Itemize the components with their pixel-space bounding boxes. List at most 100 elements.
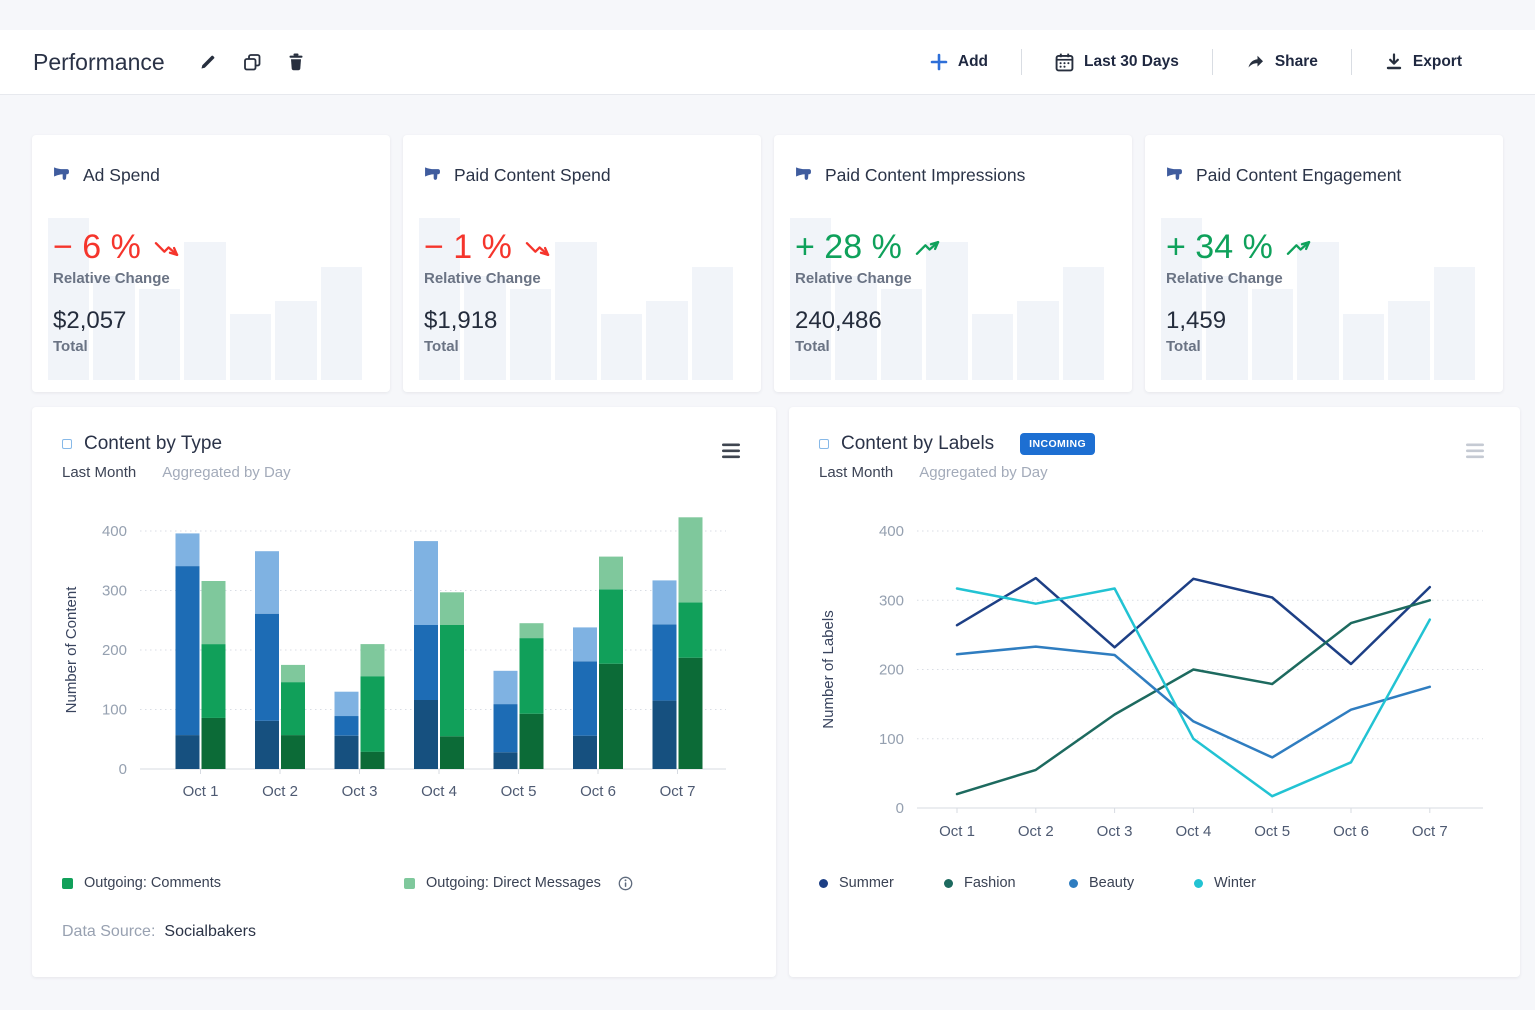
trend-arrow-icon xyxy=(153,228,180,267)
edit-title-button[interactable] xyxy=(193,47,223,77)
info-icon[interactable] xyxy=(618,876,633,891)
kpi-card-paid-content-impressions: Paid Content Impressions + 28 % Relative… xyxy=(774,135,1132,392)
kpi-card-paid-content-engagement: Paid Content Engagement + 34 % Relative … xyxy=(1145,135,1503,392)
share-icon xyxy=(1248,55,1263,68)
data-source-value: Socialbakers xyxy=(164,923,256,940)
legend-label: Winter xyxy=(1214,875,1256,891)
svg-text:Oct 3: Oct 3 xyxy=(342,783,378,800)
kpi-change-value: + 28 % xyxy=(795,228,1108,267)
add-button[interactable]: Add xyxy=(897,53,1021,71)
svg-text:Oct 2: Oct 2 xyxy=(262,783,298,800)
bar-chart-legend: Outgoing: Comments Outgoing: Direct Mess… xyxy=(62,875,746,891)
kpi-title: Paid Content Spend xyxy=(454,165,611,185)
line-chart: 0 100 200 300 400 Oct 1 Oct 2 Oct 3 Oct 4 Oct 5 Oc… xyxy=(820,523,1483,840)
trend-arrow-icon xyxy=(914,228,941,267)
dashboard-content: Ad Spend − 6 % Relative Change $2,057 To… xyxy=(0,95,1535,977)
legend-label: Beauty xyxy=(1089,875,1135,891)
kpi-change-label: Relative Change xyxy=(795,270,912,287)
legend-label: Outgoing: Direct Messages xyxy=(426,875,601,891)
legend-label: Summer xyxy=(839,875,894,891)
kpi-total-label: Total xyxy=(795,338,830,355)
megaphone-icon xyxy=(53,166,70,186)
download-icon xyxy=(1386,53,1402,70)
svg-text:Oct 2: Oct 2 xyxy=(1018,823,1054,840)
plus-icon xyxy=(930,53,948,71)
add-label: Add xyxy=(957,53,989,70)
chart-title: Content by Labels xyxy=(841,433,995,454)
trend-arrow-icon xyxy=(524,228,551,267)
kpi-total-value: $1,918 xyxy=(424,307,498,334)
page-header: Performance Add Last 30 Days Share Expor… xyxy=(0,30,1535,95)
share-button[interactable]: Share xyxy=(1213,53,1351,71)
hamburger-menu-icon xyxy=(722,443,740,459)
copy-icon xyxy=(243,53,261,70)
kpi-change-label: Relative Change xyxy=(1166,270,1283,287)
svg-text:400: 400 xyxy=(102,523,127,540)
kpi-change-value: + 34 % xyxy=(1166,228,1479,267)
kpi-row: Ad Spend − 6 % Relative Change $2,057 To… xyxy=(32,135,1503,392)
svg-text:200: 200 xyxy=(102,642,127,659)
chart-menu-button[interactable] xyxy=(1462,439,1490,466)
legend-dot xyxy=(819,878,828,888)
widget-type-icon xyxy=(819,439,829,449)
legend-item-outgoing-direct-messages[interactable]: Outgoing: Direct Messages xyxy=(404,875,746,891)
trend-arrow-icon xyxy=(1285,228,1312,267)
megaphone-icon xyxy=(1166,166,1183,186)
kpi-total-label: Total xyxy=(424,338,459,355)
svg-text:Number of Content: Number of Content xyxy=(63,586,80,714)
kpi-title: Paid Content Engagement xyxy=(1196,165,1402,185)
chart-aggregation: Aggregated by Day xyxy=(162,464,291,481)
svg-text:Oct 1: Oct 1 xyxy=(183,783,219,800)
megaphone-icon xyxy=(795,166,812,186)
delete-dashboard-button[interactable] xyxy=(282,47,310,77)
svg-text:400: 400 xyxy=(879,523,904,540)
export-button[interactable]: Export xyxy=(1352,53,1495,71)
legend-item-summer[interactable]: Summer xyxy=(819,875,944,891)
svg-text:100: 100 xyxy=(102,702,127,719)
svg-text:Oct 6: Oct 6 xyxy=(1333,823,1369,840)
line-chart-legend: Summer Fashion Beauty Winter xyxy=(819,875,1490,891)
chart-period: Last Month xyxy=(62,464,137,481)
kpi-change-value: − 1 % xyxy=(424,228,737,267)
legend-label: Fashion xyxy=(964,875,1016,891)
svg-text:300: 300 xyxy=(879,592,904,609)
kpi-total-value: 1,459 xyxy=(1166,307,1227,334)
data-source-label: Data Source: xyxy=(62,923,156,940)
legend-label: Outgoing: Comments xyxy=(84,875,222,891)
legend-dot xyxy=(1194,878,1203,888)
content-by-type-card: Content by Type Last Month Aggregated by… xyxy=(32,407,776,977)
svg-text:Oct 5: Oct 5 xyxy=(1254,823,1290,840)
svg-text:Oct 4: Oct 4 xyxy=(421,783,457,800)
kpi-change-label: Relative Change xyxy=(424,270,541,287)
pencil-icon xyxy=(201,55,215,69)
legend-swatch xyxy=(62,877,73,889)
svg-text:Oct 6: Oct 6 xyxy=(580,783,616,800)
incoming-badge: INCOMING xyxy=(1020,433,1096,455)
svg-text:Number of Labels: Number of Labels xyxy=(820,610,837,728)
stacked-bar-chart: 0 100 200 300 400 Oct 1 Oct 2 Oct 3 Oct 4 Oct 5 Oc… xyxy=(63,517,726,800)
legend-item-beauty[interactable]: Beauty xyxy=(1069,875,1194,891)
legend-item-winter[interactable]: Winter xyxy=(1194,875,1319,891)
kpi-card-paid-content-spend: Paid Content Spend − 1 % Relative Change… xyxy=(403,135,761,392)
data-source: Data Source: Socialbakers xyxy=(62,923,746,941)
charts-row: Content by Type Last Month Aggregated by… xyxy=(32,407,1520,977)
kpi-change-label: Relative Change xyxy=(53,270,170,287)
legend-item-outgoing-comments[interactable]: Outgoing: Comments xyxy=(62,875,404,891)
svg-text:0: 0 xyxy=(896,800,904,817)
svg-text:100: 100 xyxy=(879,731,904,748)
legend-item-fashion[interactable]: Fashion xyxy=(944,875,1069,891)
export-label: Export xyxy=(1412,53,1462,70)
widget-type-icon xyxy=(62,439,72,449)
duplicate-dashboard-button[interactable] xyxy=(237,47,268,78)
top-strip xyxy=(0,0,1535,30)
legend-dot xyxy=(944,878,953,888)
date-range-button[interactable]: Last 30 Days xyxy=(1022,53,1212,72)
kpi-total-label: Total xyxy=(1166,338,1201,355)
hamburger-menu-icon xyxy=(1466,443,1484,459)
kpi-total-value: $2,057 xyxy=(53,307,127,334)
trash-icon xyxy=(289,53,303,71)
svg-text:Oct 7: Oct 7 xyxy=(1412,823,1448,840)
legend-swatch xyxy=(404,877,415,889)
share-label: Share xyxy=(1274,53,1318,70)
chart-menu-button[interactable] xyxy=(718,439,746,466)
